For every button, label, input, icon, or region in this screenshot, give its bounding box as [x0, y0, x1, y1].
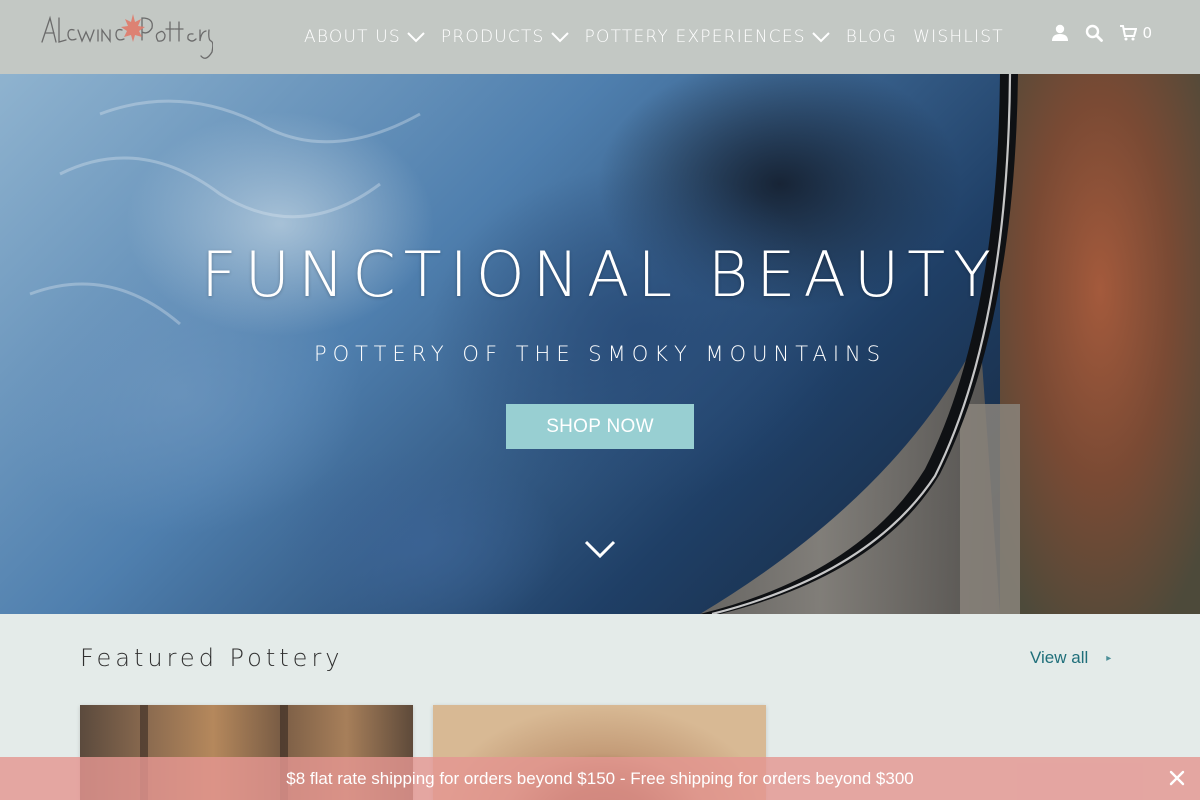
nav-products[interactable]: PRODUCTS: [441, 27, 569, 47]
view-all-link[interactable]: View all ▸: [1030, 648, 1111, 668]
user-icon[interactable]: [1051, 24, 1069, 42]
chevron-right-icon: ▸: [1106, 652, 1112, 664]
chevron-down-icon: [407, 32, 425, 43]
view-all-label: View all: [1030, 648, 1089, 667]
featured-title: Featured Pottery: [80, 644, 344, 672]
nav-wishlist[interactable]: WISHLIST: [913, 27, 1004, 47]
nav-pottery-experiences[interactable]: POTTERY EXPERIENCES: [585, 27, 830, 47]
hero-banner: FUNCTIONAL BEAUTY POTTERY OF THE SMOKY M…: [0, 74, 1200, 614]
close-icon[interactable]: [1168, 769, 1186, 787]
chevron-down-icon[interactable]: [584, 539, 616, 559]
announcement-bar: $8 flat rate shipping for orders beyond …: [0, 757, 1200, 800]
announcement-text: $8 flat rate shipping for orders beyond …: [286, 768, 914, 788]
header-utilities: 0: [1035, 24, 1152, 42]
nav-blog-label: BLOG: [845, 27, 898, 47]
search-icon[interactable]: [1085, 24, 1104, 42]
nav-about-us[interactable]: ABOUT US: [304, 27, 425, 47]
nav-products-label: PRODUCTS: [440, 27, 545, 47]
shop-now-button[interactable]: SHOP NOW: [506, 404, 694, 449]
nav-pottery-experiences-label: POTTERY EXPERIENCES: [584, 27, 806, 47]
hero-title: FUNCTIONAL BEAUTY: [200, 238, 1000, 311]
nav-blog[interactable]: BLOG: [846, 27, 897, 47]
hero-subtitle: POTTERY OF THE SMOKY MOUNTAINS: [313, 342, 887, 366]
chevron-down-icon: [812, 32, 830, 43]
site-header: ABOUT US PRODUCTS POTTERY EXPERIENCES BL…: [0, 0, 1200, 74]
cart-icon: [1120, 25, 1138, 41]
logo[interactable]: [38, 8, 213, 64]
main-nav: ABOUT US PRODUCTS POTTERY EXPERIENCES BL…: [304, 0, 1020, 74]
cart-count: 0: [1142, 24, 1152, 42]
chevron-down-icon: [550, 32, 569, 43]
cart-button[interactable]: 0: [1119, 24, 1152, 42]
nav-about-us-label: ABOUT US: [304, 27, 401, 47]
nav-wishlist-label: WISHLIST: [913, 27, 1004, 47]
